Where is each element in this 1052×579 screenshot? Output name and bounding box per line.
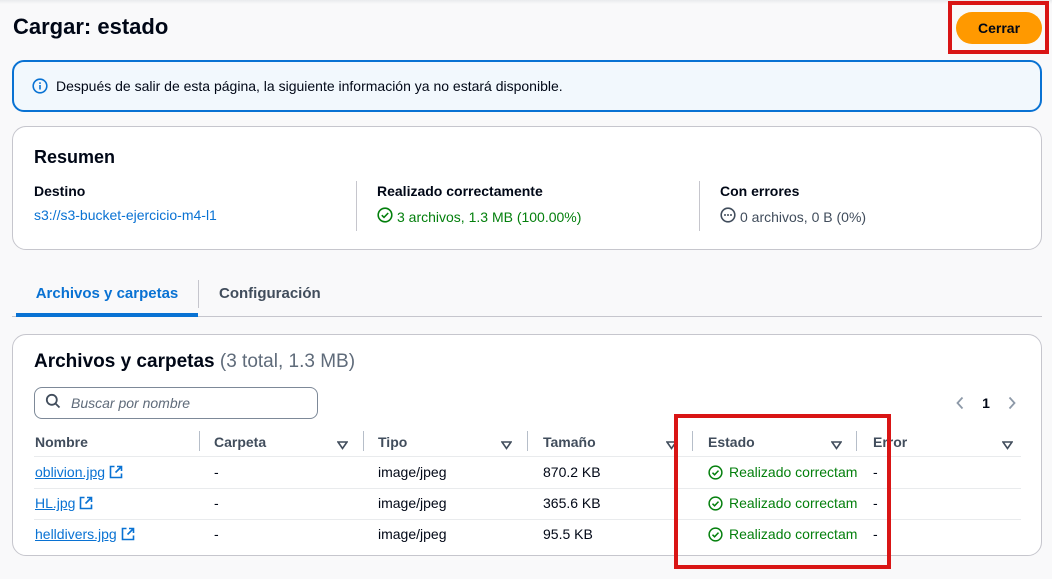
column-header-type[interactable]: Tipo — [378, 431, 407, 453]
table-cell-folder: - — [214, 495, 219, 511]
file-name: oblivion.jpg — [35, 464, 106, 480]
succeeded-value: 3 archivos, 1.3 MB (100.00%) — [397, 208, 582, 225]
table-cell-size: 870.2 KB — [543, 464, 601, 480]
check-circle-icon — [377, 207, 397, 226]
files-title-text: Archivos y carpetas — [34, 351, 215, 372]
summary-title: Resumen — [34, 147, 116, 167]
table-cell-type: image/jpeg — [378, 464, 447, 480]
tabs: Archivos y carpetas Configuración — [12, 272, 1042, 317]
info-alert: Después de salir de esta página, la sigu… — [12, 60, 1042, 112]
external-link-icon — [109, 465, 123, 479]
search-box — [34, 387, 318, 419]
close-button-highlight — [948, 1, 1049, 54]
sort-caret-icon[interactable] — [500, 437, 513, 455]
destination-field: Destino s3://s3-bucket-ejercicio-m4-l1 — [34, 183, 217, 223]
column-header-name[interactable]: Nombre — [35, 431, 88, 453]
table-cell-type: image/jpeg — [378, 495, 447, 511]
summary-panel: Resumen Destino s3://s3-bucket-ejercicio… — [12, 126, 1042, 250]
column-header-folder[interactable]: Carpeta — [214, 431, 266, 453]
table-row-name: helldivers.jpg — [35, 524, 135, 544]
column-divider — [527, 431, 528, 451]
table-cell-folder: - — [214, 526, 219, 542]
column-header-size[interactable]: Tamaño — [543, 431, 596, 453]
table-cell-type: image/jpeg — [378, 526, 447, 542]
file-link[interactable]: helldivers.jpg — [35, 524, 135, 544]
file-link[interactable]: oblivion.jpg — [35, 462, 123, 482]
column-divider — [199, 431, 200, 451]
destination-label: Destino — [34, 183, 86, 199]
file-link[interactable]: HL.jpg — [35, 493, 93, 513]
succeeded-field: Realizado correctamente 3 archivos, 1.3 … — [377, 183, 581, 226]
tab-divider — [198, 280, 199, 308]
previous-page-icon[interactable] — [947, 393, 973, 413]
external-link-icon — [80, 496, 93, 510]
tab-files-and-folders[interactable]: Archivos y carpetas — [16, 272, 198, 317]
top-bar-shadow — [0, 0, 1052, 4]
current-page-number[interactable]: 1 — [973, 393, 999, 413]
page-title: Cargar: estado — [13, 14, 169, 39]
table-cell-size: 365.6 KB — [543, 495, 601, 511]
files-count: (3 total, 1.3 MB) — [219, 351, 356, 372]
info-icon — [32, 78, 48, 94]
sort-caret-icon[interactable] — [336, 437, 349, 455]
destination-link[interactable]: s3://s3-bucket-ejercicio-m4-l1 — [34, 207, 217, 223]
table-cell-size: 95.5 KB — [543, 526, 593, 542]
succeeded-label: Realizado correctamente — [377, 183, 543, 199]
search-input[interactable] — [71, 395, 301, 411]
external-link-icon — [121, 527, 135, 541]
error-circle-icon — [720, 207, 740, 226]
file-name: HL.jpg — [35, 495, 76, 511]
alert-text: Después de salir de esta página, la sigu… — [56, 78, 563, 94]
search-icon — [45, 393, 71, 414]
failed-label: Con errores — [720, 183, 800, 199]
file-name: helldivers.jpg — [35, 526, 117, 542]
files-title: Archivos y carpetas (3 total, 1.3 MB) — [34, 351, 355, 373]
failed-field: Con errores 0 archivos, 0 B (0%) — [720, 183, 866, 226]
sort-caret-icon[interactable] — [1001, 437, 1014, 455]
summary-divider — [356, 181, 357, 231]
failed-value: 0 archivos, 0 B (0%) — [740, 208, 867, 225]
next-page-icon[interactable] — [999, 393, 1025, 413]
pagination: 1 — [947, 393, 1025, 413]
column-divider — [363, 431, 364, 451]
table-row-name: oblivion.jpg — [35, 462, 123, 482]
table-cell-folder: - — [214, 464, 219, 480]
summary-divider — [699, 181, 700, 231]
table-row-name: HL.jpg — [35, 493, 93, 513]
tab-configuration[interactable]: Configuración — [219, 272, 321, 316]
status-column-highlight — [674, 414, 891, 569]
